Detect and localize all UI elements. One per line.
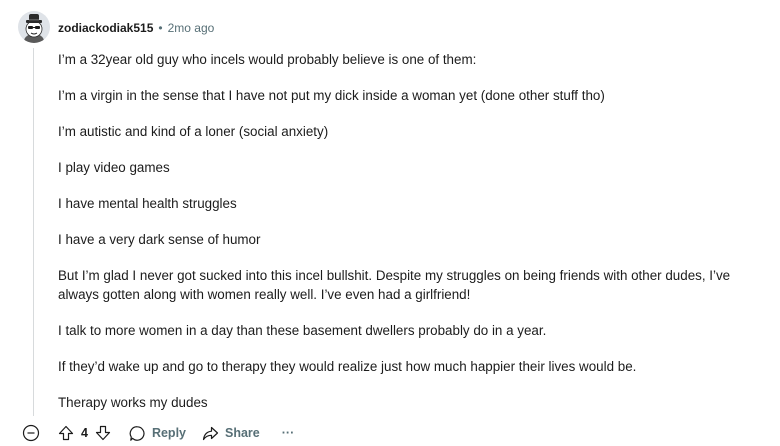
comment-paragraph: But I’m glad I never got sucked into thi… [58,268,731,302]
upvote-button[interactable] [56,423,76,443]
comment-paragraph: Therapy works my dudes [58,395,208,410]
vote-score: 4 [81,426,88,440]
speech-bubble-icon [129,425,145,441]
downvote-arrow-icon [95,425,111,441]
more-options-button[interactable]: ··· [282,426,295,440]
share-label: Share [225,426,260,440]
meta-separator: • [158,21,163,35]
comment-body: I’m a 32year old guy who incels would pr… [58,50,748,429]
thread-line[interactable] [33,48,34,416]
reply-label: Reply [151,426,186,440]
comment-action-bar: 4 Reply Share ··· [22,422,294,444]
share-arrow-icon [202,426,219,440]
avatar-snoo-icon [24,14,44,43]
comment-paragraph: I’m a 32year old guy who incels would pr… [58,52,477,67]
comment-meta: zodiackodiak515 • 2mo ago [58,19,214,37]
comment-paragraph: I’m a virgin in the sense that I have no… [58,88,605,103]
timestamp[interactable]: 2mo ago [168,21,215,35]
comment-paragraph: I have mental health struggles [58,196,237,211]
username[interactable]: zodiackodiak515 [58,21,153,35]
comment-paragraph: I have a very dark sense of humor [58,232,261,247]
upvote-arrow-icon [58,425,74,441]
collapse-button[interactable] [22,424,40,442]
avatar[interactable] [18,11,50,43]
comment: zodiackodiak515 • 2mo ago I’m a 32year o… [0,0,780,446]
share-button[interactable]: Share [202,425,260,442]
more-options-label: ··· [281,426,295,440]
reply-button[interactable]: Reply [129,425,186,442]
downvote-button[interactable] [93,423,113,443]
collapse-minus-icon [22,424,40,442]
comment-paragraph: I play video games [58,160,170,175]
vote-control: 4 [56,423,113,443]
comment-paragraph: If they’d wake up and go to therapy they… [58,359,637,374]
comment-paragraph: I talk to more women in a day than these… [58,323,547,338]
comment-paragraph: I’m autistic and kind of a loner (social… [58,124,329,139]
